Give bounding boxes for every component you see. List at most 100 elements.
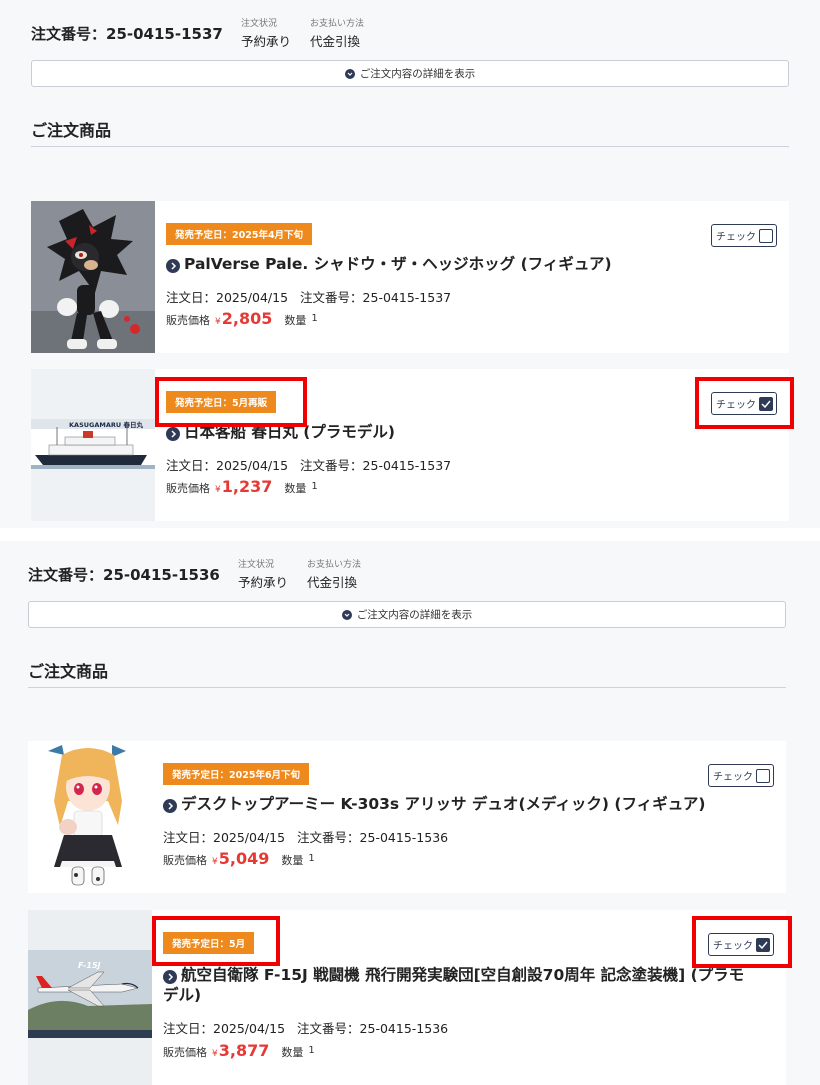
check-toggle[interactable]: チェック (708, 933, 774, 956)
order-block: 注文番号：25-0415-1536 注文状況 予約承り お支払い方法 代金引換 … (0, 541, 820, 1085)
release-date-badge: 発売予定日：5月再販 (166, 391, 277, 413)
checkbox-checked[interactable] (759, 396, 773, 411)
chevron-right-icon (166, 427, 180, 441)
quantity-value: 1 (308, 853, 315, 864)
payment-method-label: お支払い方法 (307, 560, 362, 570)
quantity-value: 1 (308, 1045, 315, 1056)
price-value: 2,805 (221, 309, 273, 328)
check-label: チェック (713, 772, 753, 783)
product-image[interactable]: F-15J (28, 910, 152, 1085)
product-image[interactable]: KASUGAMARU 春日丸 (31, 369, 155, 521)
order-date: 注文日：2025/04/15 (166, 290, 289, 305)
product-item: 発売予定日：2025年4月下旬 PalVerse Pale. シャドウ・ザ・ヘッ… (31, 201, 789, 353)
chevron-right-icon (163, 799, 177, 813)
product-content: 発売予定日：2025年6月下旬 デスクトップアーミー K-303s アリッサ デ… (163, 741, 786, 893)
product-title-link[interactable]: デスクトップアーミー K-303s アリッサ デュオ(メディック) (フィギュア… (163, 794, 753, 814)
quantity-label: 数量 (281, 854, 304, 867)
quantity-value: 1 (311, 481, 318, 492)
divider (28, 687, 786, 688)
product-order-info: 注文日：2025/04/15 注文番号：25-0415-1536 (163, 1018, 448, 1037)
product-item: 発売予定日：2025年6月下旬 デスクトップアーミー K-303s アリッサ デ… (28, 741, 786, 893)
payment-method: お支払い方法 代金引換 (310, 16, 364, 50)
show-order-details-label: ご注文内容の詳細を表示 (356, 609, 473, 621)
checkbox-checked[interactable] (756, 937, 770, 952)
order-status-label: 注文状況 (241, 19, 278, 29)
order-number: 注文番号：25-0415-1536 (28, 566, 220, 584)
check-label: チェック (716, 400, 756, 411)
check-label: チェック (713, 941, 753, 952)
product-order-number: 注文番号：25-0415-1537 (300, 290, 452, 305)
product-content: 発売予定日：5月 航空自衛隊 F-15J 戦闘機 飛行開発実験団[空自創設70周… (163, 910, 786, 1085)
checkmark-icon (761, 400, 771, 408)
divider (31, 146, 789, 147)
product-item: F-15J 発売予定日：5月 航空自衛隊 F-15J 戦闘機 飛行開発実験団[空… (28, 910, 786, 1085)
release-date-badge: 発売予定日：2025年6月下旬 (163, 763, 310, 785)
price-label: 販売価格 (166, 482, 210, 495)
product-title-link[interactable]: PalVerse Pale. シャドウ・ザ・ヘッジホッグ (フィギュア) (166, 254, 756, 274)
jet-box-label: F-15J (78, 961, 101, 970)
order-date: 注文日：2025/04/15 (163, 1021, 286, 1036)
order-header: 注文番号：25-0415-1536 注文状況 予約承り お支払い方法 代金引換 (28, 555, 786, 591)
payment-method: お支払い方法 代金引換 (307, 557, 361, 591)
price-row: 販売価格 ¥ 3,877 数量 1 (163, 1041, 315, 1060)
product-order-info: 注文日：2025/04/15 注文番号：25-0415-1537 (166, 287, 451, 306)
chevron-right-icon (163, 970, 177, 984)
product-title: 日本客船 春日丸 (プラモデル) (184, 423, 395, 441)
check-toggle[interactable]: チェック (708, 764, 774, 787)
order-status: 注文状況 予約承り (238, 557, 288, 591)
checkbox-unchecked[interactable] (756, 768, 770, 783)
show-order-details-button[interactable]: ご注文内容の詳細を表示 (28, 601, 786, 628)
product-title: デスクトップアーミー K-303s アリッサ デュオ(メディック) (フィギュア… (181, 795, 706, 813)
ship-box-label: KASUGAMARU 春日丸 (69, 420, 143, 429)
order-status-value: 予約承り (238, 575, 289, 590)
section-title: ご注文商品 (28, 662, 109, 681)
order-date: 注文日：2025/04/15 (163, 830, 286, 845)
currency-symbol: ¥ (215, 485, 221, 495)
chevron-down-icon (341, 609, 352, 620)
quantity-value: 1 (311, 313, 318, 324)
product-title-link[interactable]: 航空自衛隊 F-15J 戦闘機 飛行開発実験団[空自創設70周年 記念塗装機] … (163, 965, 753, 1005)
order-number: 注文番号：25-0415-1537 (31, 25, 223, 43)
price-label: 販売価格 (163, 1046, 207, 1059)
price-value: 1,237 (221, 477, 273, 496)
product-order-info: 注文日：2025/04/15 注文番号：25-0415-1537 (166, 455, 451, 474)
show-order-details-label: ご注文内容の詳細を表示 (359, 68, 476, 80)
chevron-right-icon (166, 259, 180, 273)
product-title: 航空自衛隊 F-15J 戦闘機 飛行開発実験団[空自創設70周年 記念塗装機] … (163, 966, 745, 1004)
product-order-info: 注文日：2025/04/15 注文番号：25-0415-1536 (163, 827, 448, 846)
product-image[interactable] (31, 201, 155, 353)
currency-symbol: ¥ (215, 317, 221, 327)
quantity-label: 数量 (284, 482, 307, 495)
product-item: KASUGAMARU 春日丸 発売予定日：5月再販 日本客船 春日丸 (プラモデ… (31, 369, 789, 521)
product-image[interactable] (28, 741, 152, 893)
price-value: 3,877 (218, 1041, 270, 1060)
check-label: チェック (716, 232, 756, 243)
quantity-label: 数量 (284, 314, 307, 327)
chevron-down-icon (344, 68, 355, 79)
payment-method-label: お支払い方法 (310, 19, 365, 29)
order-date: 注文日：2025/04/15 (166, 458, 289, 473)
show-order-details-button[interactable]: ご注文内容の詳細を表示 (31, 60, 789, 87)
check-toggle[interactable]: チェック (711, 392, 777, 415)
product-content: 発売予定日：5月再販 日本客船 春日丸 (プラモデル) 注文日：2025/04/… (166, 369, 789, 521)
currency-symbol: ¥ (212, 1049, 218, 1059)
product-content: 発売予定日：2025年4月下旬 PalVerse Pale. シャドウ・ザ・ヘッ… (166, 201, 789, 353)
checkbox-unchecked[interactable] (759, 228, 773, 243)
release-date-badge: 発売予定日：5月 (163, 932, 255, 954)
product-order-number: 注文番号：25-0415-1537 (300, 458, 452, 473)
checkmark-icon (758, 941, 768, 949)
product-title-link[interactable]: 日本客船 春日丸 (プラモデル) (166, 422, 756, 442)
currency-symbol: ¥ (212, 857, 218, 867)
order-status-value: 予約承り (241, 34, 292, 49)
order-status-label: 注文状況 (238, 560, 275, 570)
price-row: 販売価格 ¥ 2,805 数量 1 (166, 309, 318, 328)
section-title: ご注文商品 (31, 121, 112, 140)
quantity-label: 数量 (281, 1046, 304, 1059)
payment-method-value: 代金引換 (310, 34, 361, 49)
price-value: 5,049 (218, 849, 270, 868)
order-block: 注文番号：25-0415-1537 注文状況 予約承り お支払い方法 代金引換 … (0, 0, 820, 528)
product-order-number: 注文番号：25-0415-1536 (297, 830, 449, 845)
check-toggle[interactable]: チェック (711, 224, 777, 247)
product-title: PalVerse Pale. シャドウ・ザ・ヘッジホッグ (フィギュア) (184, 255, 612, 273)
price-row: 販売価格 ¥ 1,237 数量 1 (166, 477, 318, 496)
